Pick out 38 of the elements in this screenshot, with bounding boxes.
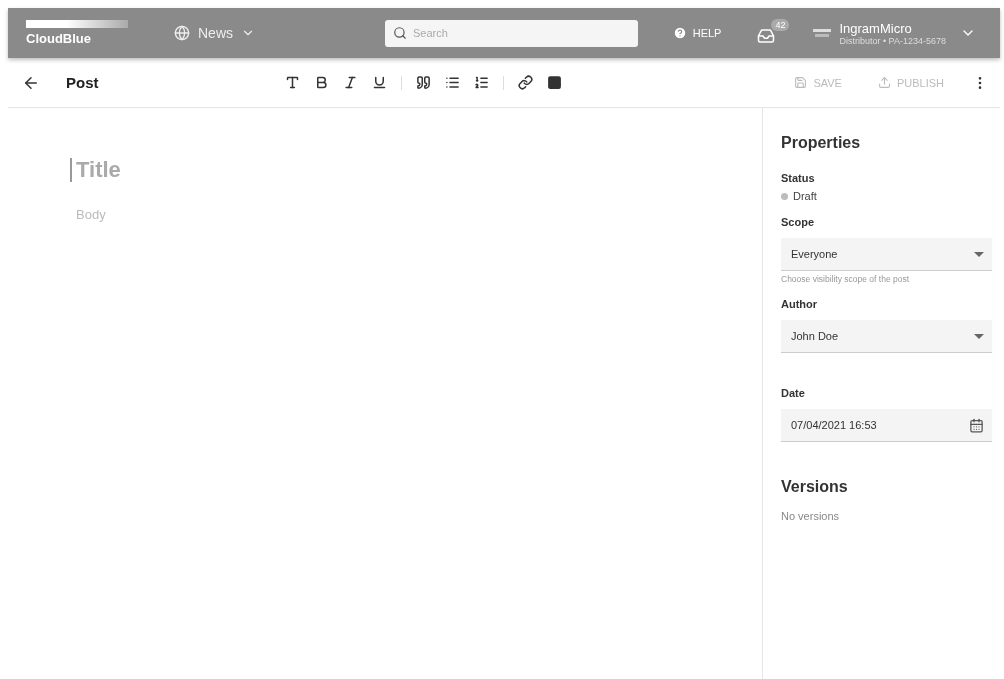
save-icon xyxy=(794,76,808,89)
text-cursor xyxy=(70,158,72,182)
panel-heading: Properties xyxy=(781,134,862,152)
module-menu[interactable]: News xyxy=(168,24,261,42)
inbox-icon xyxy=(757,27,776,45)
field-label: Date xyxy=(781,387,806,399)
status-text: Draft xyxy=(793,190,817,202)
company-logo-icon xyxy=(813,28,832,38)
calendar-icon xyxy=(969,417,984,433)
globe-icon xyxy=(174,25,190,41)
search-field[interactable]: Search xyxy=(385,19,638,47)
notification-count: 42 xyxy=(771,19,790,31)
select-field[interactable]: John Doe xyxy=(781,320,992,353)
account-menu[interactable]: IngramMicro Distributor • PA-1234-5678 xyxy=(807,19,982,47)
bullet-list-icon[interactable] xyxy=(444,75,460,90)
inbox-button[interactable]: 42 xyxy=(755,19,790,47)
dropdown-icon xyxy=(974,251,984,257)
upload-icon xyxy=(877,76,891,89)
help-icon xyxy=(672,26,687,40)
underline-icon[interactable] xyxy=(371,75,387,90)
field-label: Author xyxy=(781,298,819,310)
select-field[interactable]: Everyone xyxy=(781,238,992,271)
empty-message: No versions xyxy=(781,510,841,522)
helper-text: Choose visibility scope of the post xyxy=(781,274,911,284)
field-label: Scope xyxy=(781,216,815,228)
quote-icon[interactable] xyxy=(415,75,431,90)
numbered-list-icon[interactable] xyxy=(473,75,489,90)
link-icon[interactable] xyxy=(517,75,533,90)
text-icon[interactable] xyxy=(284,75,300,90)
dropdown-icon xyxy=(974,333,984,339)
field-label: Status xyxy=(781,172,816,184)
help-button[interactable]: HELP xyxy=(666,25,728,41)
brand-logo[interactable]: CloudBlue xyxy=(26,31,128,46)
page-title: Post xyxy=(66,74,99,91)
date-field[interactable]: 07/04/2021 16:53 xyxy=(781,409,992,442)
section-heading: Versions xyxy=(781,478,849,496)
search-icon xyxy=(393,25,407,40)
italic-icon[interactable] xyxy=(342,75,358,90)
